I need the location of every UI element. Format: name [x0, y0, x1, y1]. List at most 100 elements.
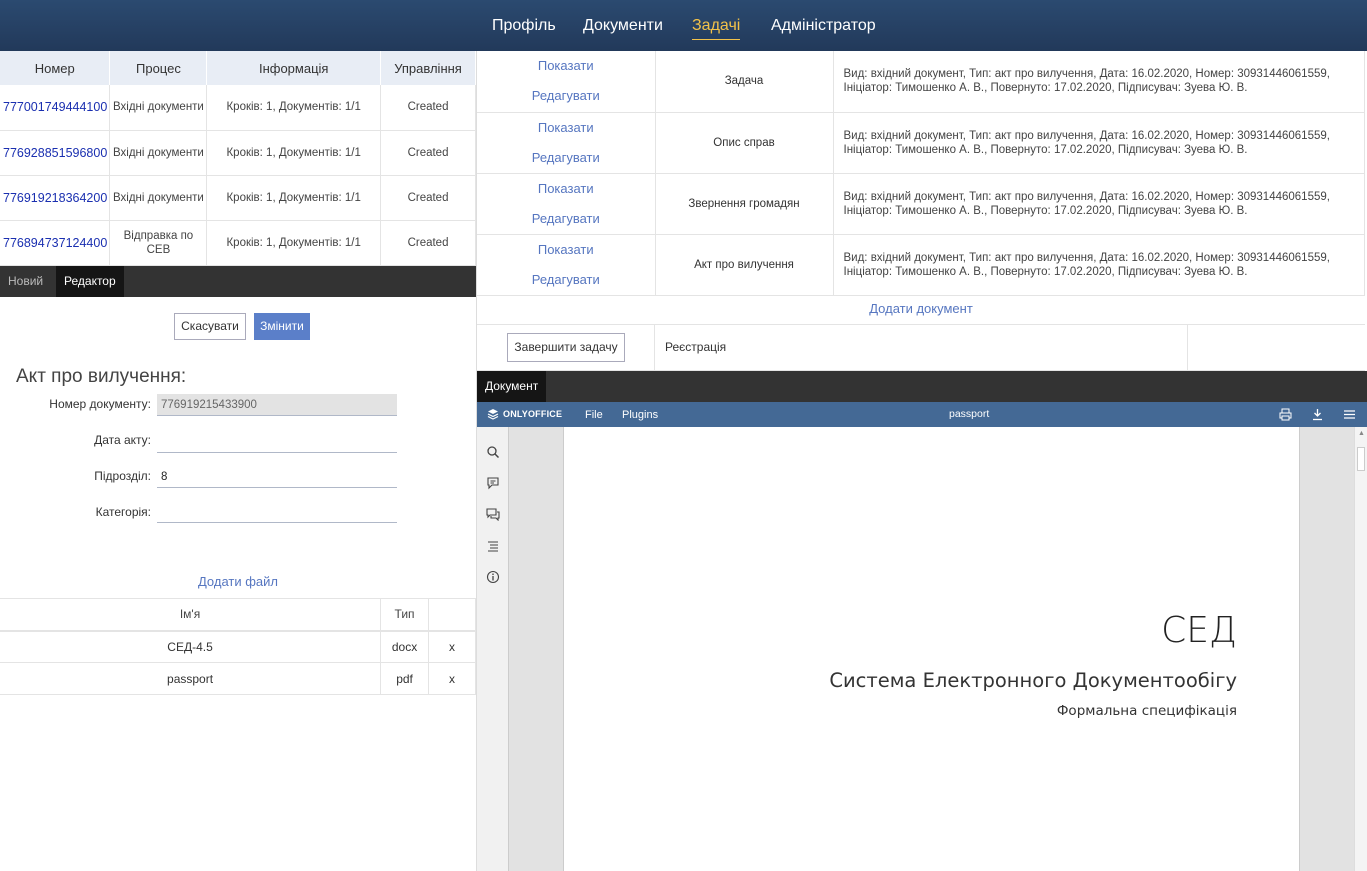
- add-document-link[interactable]: Додати документ: [477, 294, 1365, 325]
- document-info: Вид: вхідний документ, Тип: акт про вилу…: [833, 234, 1365, 296]
- viewer-header: ONLYOFFICE File Plugins passport: [477, 402, 1367, 427]
- editor-tabbar: Новий Редактор: [0, 266, 476, 297]
- viewer-left-toolbar: [477, 427, 509, 871]
- act-date-field[interactable]: [157, 431, 397, 453]
- column-header-remove: [428, 598, 476, 632]
- field-label-department: Підрозділ:: [94, 469, 151, 483]
- document-actions: Показати Редагувати: [477, 173, 656, 235]
- cancel-button[interactable]: Скасувати: [174, 313, 246, 340]
- table-row[interactable]: 777001749444100 Вхідні документи Кроків:…: [0, 85, 476, 131]
- category-field[interactable]: [157, 501, 397, 523]
- field-label-document-number: Номер документу:: [49, 397, 151, 411]
- task-info: Кроків: 1, Документів: 1/1: [206, 175, 382, 221]
- top-navbar: Профіль Документи Задачі Адміністратор: [0, 0, 1367, 51]
- file-name: СЕД-4.5: [0, 630, 382, 663]
- menu-file[interactable]: File: [585, 409, 603, 421]
- onlyoffice-brand: ONLYOFFICE: [503, 409, 563, 419]
- edit-document-link[interactable]: Редагувати: [477, 265, 655, 295]
- column-header-type: Тип: [380, 598, 430, 632]
- show-document-link[interactable]: Показати: [477, 113, 655, 143]
- menu-icon[interactable]: [1343, 408, 1356, 424]
- page-subtitle: Система Електронного Документообігу: [829, 669, 1237, 692]
- onlyoffice-logo-icon: [487, 408, 499, 423]
- department-field[interactable]: [157, 466, 397, 488]
- nav-profile[interactable]: Профіль: [492, 16, 556, 36]
- navigation-icon[interactable]: [486, 539, 500, 553]
- document-actions: Показати Редагувати: [477, 112, 656, 174]
- show-document-link[interactable]: Показати: [477, 235, 655, 265]
- viewer-scrollbar[interactable]: ▲: [1354, 427, 1367, 871]
- task-process: Вхідні документи: [109, 85, 208, 131]
- task-number-link[interactable]: 776894737124400: [0, 220, 111, 266]
- files-table-header: Ім'я Тип: [0, 598, 476, 632]
- column-header-number: Номер: [0, 51, 111, 85]
- column-header-process: Процес: [109, 51, 208, 85]
- table-row: Показати Редагувати Опис справ Вид: вхід…: [477, 112, 1365, 174]
- task-number-link[interactable]: 776928851596800: [0, 130, 111, 176]
- document-type: Звернення громадян: [655, 173, 834, 235]
- footer-divider: [654, 325, 655, 371]
- task-number-link[interactable]: 776919218364200: [0, 175, 111, 221]
- task-status: Created: [380, 85, 476, 131]
- menu-plugins[interactable]: Plugins: [622, 409, 658, 421]
- file-type: docx: [380, 630, 430, 663]
- table-row[interactable]: 776919218364200 Вхідні документи Кроків:…: [0, 175, 476, 221]
- edit-document-link[interactable]: Редагувати: [477, 204, 655, 234]
- files-table: Ім'я Тип СЕД-4.5 docx x passport pdf x: [0, 598, 476, 695]
- download-icon[interactable]: [1311, 408, 1324, 424]
- task-process: Відправка по СЕВ: [109, 220, 208, 266]
- scrollbar-thumb[interactable]: [1357, 447, 1365, 471]
- table-row[interactable]: 776894737124400 Відправка по СЕВ Кроків:…: [0, 220, 476, 266]
- document-tabbar: Документ: [477, 371, 1367, 402]
- document-type: Акт про вилучення: [655, 234, 834, 296]
- add-file-link[interactable]: Додати файл: [0, 574, 476, 589]
- column-header-info: Інформація: [206, 51, 382, 85]
- task-status: Created: [380, 175, 476, 221]
- field-label-category: Категорія:: [95, 505, 151, 519]
- viewer-filename: passport: [949, 408, 990, 420]
- chat-icon[interactable]: [486, 507, 500, 522]
- document-canvas[interactable]: СЕД Система Електронного Документообігу …: [509, 427, 1354, 871]
- scroll-up-icon[interactable]: ▲: [1358, 430, 1365, 437]
- info-icon[interactable]: [486, 570, 500, 584]
- nav-documents[interactable]: Документи: [583, 16, 663, 36]
- tasks-table-header: Номер Процес Інформація Управління: [0, 51, 476, 85]
- table-row: Показати Редагувати Акт про вилучення Ви…: [477, 234, 1365, 296]
- table-row[interactable]: 776928851596800 Вхідні документи Кроків:…: [0, 130, 476, 176]
- remove-file-button[interactable]: x: [428, 630, 476, 663]
- field-label-act-date: Дата акту:: [94, 433, 151, 447]
- print-icon[interactable]: [1279, 408, 1292, 424]
- finish-task-button[interactable]: Завершити задачу: [507, 333, 625, 362]
- edit-document-link[interactable]: Редагувати: [477, 81, 655, 111]
- document-number-field[interactable]: [157, 394, 397, 416]
- remove-file-button[interactable]: x: [428, 662, 476, 695]
- column-header-name: Ім'я: [0, 598, 382, 632]
- show-document-link[interactable]: Показати: [477, 174, 655, 204]
- footer-divider: [1187, 325, 1188, 371]
- document-page: СЕД Система Електронного Документообігу …: [563, 427, 1300, 871]
- tab-editor[interactable]: Редактор: [56, 266, 124, 297]
- task-info: Кроків: 1, Документів: 1/1: [206, 85, 382, 131]
- document-info: Вид: вхідний документ, Тип: акт про вилу…: [833, 112, 1365, 174]
- show-document-link[interactable]: Показати: [477, 51, 655, 81]
- documents-table: Показати Редагувати Задача Вид: вхідний …: [477, 51, 1365, 296]
- search-icon[interactable]: [486, 445, 500, 459]
- table-row: СЕД-4.5 docx x: [0, 630, 476, 663]
- document-type: Задача: [655, 51, 834, 113]
- document-info: Вид: вхідний документ, Тип: акт про вилу…: [833, 51, 1365, 113]
- change-button[interactable]: Змінити: [254, 313, 310, 340]
- task-status: Created: [380, 220, 476, 266]
- tab-new[interactable]: Новий: [0, 266, 51, 297]
- document-type: Опис справ: [655, 112, 834, 174]
- tab-document[interactable]: Документ: [477, 371, 547, 402]
- task-process: Вхідні документи: [109, 175, 208, 221]
- comment-icon[interactable]: [486, 476, 500, 490]
- page-title: СЕД: [1161, 610, 1237, 651]
- table-row: Показати Редагувати Задача Вид: вхідний …: [477, 51, 1365, 113]
- edit-document-link[interactable]: Редагувати: [477, 143, 655, 173]
- nav-tasks[interactable]: Задачі: [692, 16, 741, 40]
- task-number-link[interactable]: 777001749444100: [0, 85, 111, 131]
- nav-administrator[interactable]: Адміністратор: [771, 16, 876, 36]
- table-row: Показати Редагувати Звернення громадян В…: [477, 173, 1365, 235]
- task-info: Кроків: 1, Документів: 1/1: [206, 220, 382, 266]
